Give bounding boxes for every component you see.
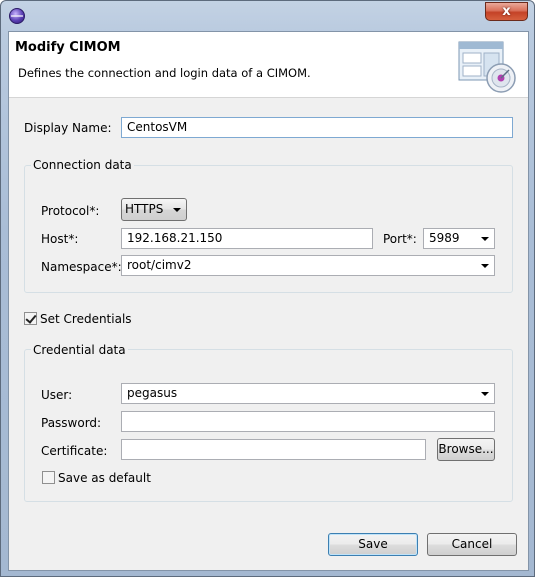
namespace-label: Namespace*: bbox=[41, 260, 122, 274]
dialog-description: Defines the connection and login data of… bbox=[18, 66, 311, 80]
port-value: 5989 bbox=[429, 231, 460, 245]
credential-group-label: Credential data bbox=[31, 343, 128, 357]
save-as-default-checkbox[interactable] bbox=[42, 471, 55, 484]
set-credentials-checkbox[interactable] bbox=[24, 312, 37, 325]
protocol-select[interactable]: HTTPS bbox=[121, 198, 187, 221]
display-name-input[interactable]: CentosVM bbox=[121, 117, 513, 138]
chevron-down-icon bbox=[481, 392, 489, 396]
port-combo[interactable]: 5989 bbox=[423, 228, 495, 249]
protocol-value: HTTPS bbox=[125, 202, 164, 216]
port-label: Port*: bbox=[383, 232, 417, 246]
close-button[interactable]: x bbox=[485, 2, 528, 21]
user-value: pegasus bbox=[127, 386, 178, 400]
protocol-label: Protocol*: bbox=[41, 204, 100, 218]
display-name-label: Display Name: bbox=[24, 121, 112, 135]
dialog-window: x Modify CIMOM Defines the connection an… bbox=[0, 0, 535, 577]
certificate-input[interactable] bbox=[121, 439, 426, 460]
password-label: Password: bbox=[41, 416, 102, 430]
connection-group-label: Connection data bbox=[31, 158, 134, 172]
save-as-default-label[interactable]: Save as default bbox=[58, 471, 151, 485]
certificate-label: Certificate: bbox=[41, 444, 108, 458]
chevron-down-icon bbox=[173, 208, 181, 212]
host-label: Host*: bbox=[41, 232, 79, 246]
namespace-combo[interactable]: root/cimv2 bbox=[121, 255, 495, 276]
password-input[interactable] bbox=[121, 411, 495, 432]
eclipse-icon bbox=[9, 8, 25, 24]
dialog-title: Modify CIMOM bbox=[15, 40, 121, 55]
title-bar[interactable]: x bbox=[1, 1, 534, 31]
cancel-button[interactable]: Cancel bbox=[427, 533, 517, 556]
host-input[interactable]: 192.168.21.150 bbox=[121, 228, 373, 249]
title-banner: Modify CIMOM Defines the connection and … bbox=[9, 32, 528, 98]
browse-button[interactable]: Browse... bbox=[437, 438, 495, 461]
user-combo[interactable]: pegasus bbox=[121, 383, 495, 404]
chevron-down-icon bbox=[481, 237, 489, 241]
dialog-client: Modify CIMOM Defines the connection and … bbox=[8, 31, 529, 571]
set-credentials-label[interactable]: Set Credentials bbox=[40, 312, 132, 326]
chevron-down-icon bbox=[481, 264, 489, 268]
save-button[interactable]: Save bbox=[328, 533, 418, 556]
user-label: User: bbox=[41, 388, 73, 402]
cimom-wizard-icon bbox=[458, 41, 516, 93]
namespace-value: root/cimv2 bbox=[127, 258, 192, 272]
